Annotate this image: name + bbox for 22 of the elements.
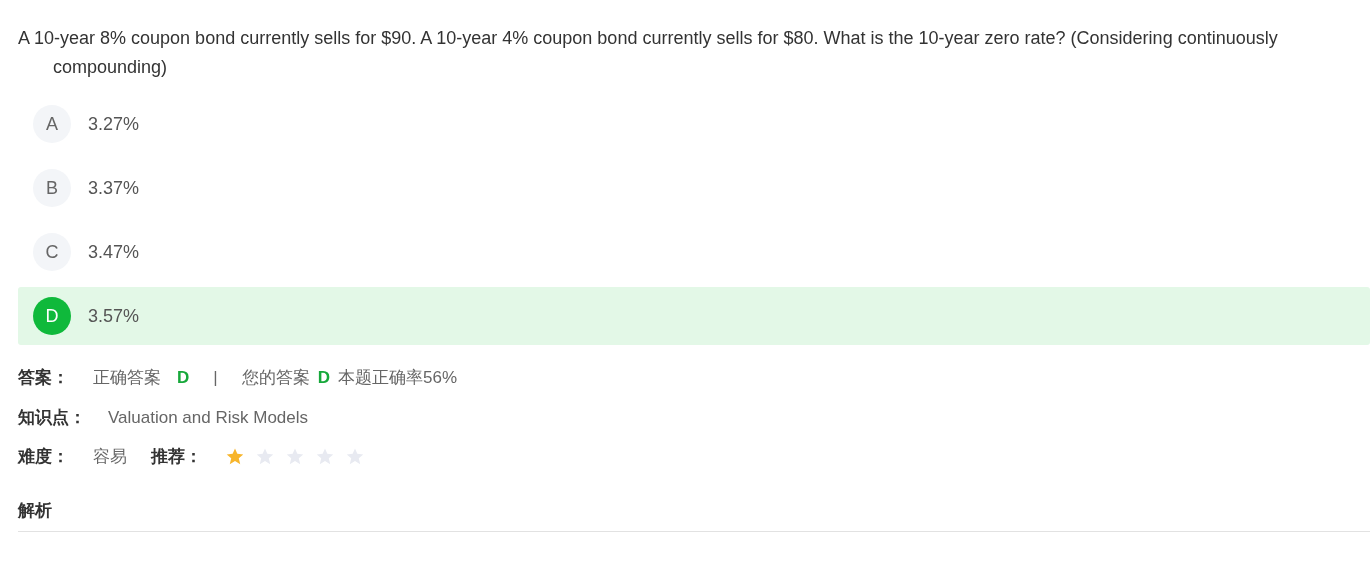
topic-value: Valuation and Risk Models [108,406,308,429]
correct-rate: 本题正确率56% [338,367,457,389]
correct-answer-value: D [177,367,190,389]
difficulty-label: 难度： [18,446,69,468]
answer-option[interactable]: C 3.47% [18,223,1370,281]
your-answer-label: 您的答案 [241,367,310,389]
option-letter: B [33,169,71,207]
question-text: A 10-year 8% coupon bond currently sells for $90. A 10-year 4% coupon bond currently sells for $80. What is the 10-year zero rate? (Considering continuously compounding) [18,27,1279,79]
answer-option[interactable]: A 3.27% [18,95,1370,153]
answer-option[interactable]: B 3.37% [18,159,1370,217]
recommend-label: 推荐： [151,446,202,468]
analysis-heading: 解析 [18,497,1370,532]
correct-answer-label: 正确答案 [93,367,161,389]
your-answer-value: D [317,367,330,389]
answer-label: 答案： [18,367,69,389]
separator: | [213,367,218,389]
topic-label: 知识点： [18,406,86,429]
option-letter: C [33,233,71,271]
answer-option[interactable]: D 3.57% [18,287,1370,345]
option-letter: D [33,297,71,335]
option-letter: A [33,105,71,143]
difficulty-value: 容易 [93,446,127,468]
